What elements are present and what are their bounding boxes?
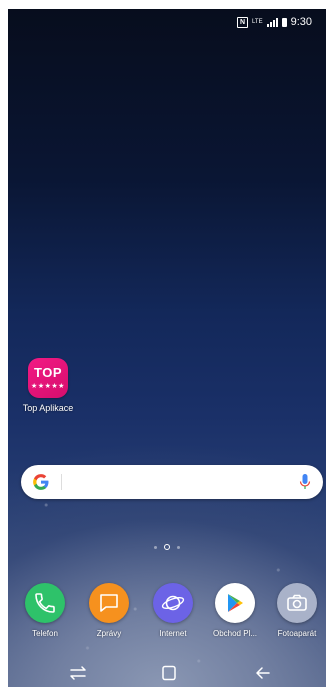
home-screen: N LTE 9:30 TOP ★★★★★ Top Aplikace Telefo… [8,9,326,687]
app-label: Top Aplikace [22,403,74,413]
dock-label: Internet [159,629,187,638]
internet-icon [153,583,193,623]
google-g-icon [33,474,49,490]
page-dot [154,545,157,549]
app-fotoaparat[interactable]: Fotoaparát [266,583,326,638]
page-dot [177,545,180,549]
top-icon-stars: ★★★★★ [31,383,65,390]
recents-icon[interactable] [68,665,88,681]
app-telefon[interactable]: Telefon [14,583,76,638]
app-internet[interactable]: Internet [142,583,204,638]
signal-icon [266,17,278,27]
status-icons: N LTE 9:30 [237,16,312,28]
dock: Telefon Zprávy Internet Obchod Pl... Fot… [8,583,326,653]
message-icon [89,583,129,623]
home-icon[interactable] [159,665,179,681]
app-obchod-play[interactable]: Obchod Pl... [204,583,266,638]
app-top-aplikace[interactable]: TOP ★★★★★ Top Aplikace [18,358,78,414]
status-time: 9:30 [290,16,312,28]
lte-icon: LTE [252,19,263,25]
dock-label: Obchod Pl... [212,629,258,638]
google-search-bar[interactable] [21,465,323,499]
dock-label: Fotoaparát [277,629,317,638]
home-page-indicator [164,544,170,550]
phone-screen: N LTE 9:30 TOP ★★★★★ Top Aplikace Telefo… [0,0,335,687]
status-bar: N LTE 9:30 [8,9,326,33]
top-icon-text: TOP [34,365,62,380]
nfc-icon: N [237,16,249,28]
page-indicator [8,542,326,552]
dock-label: Zprávy [96,629,122,638]
battery-icon [281,17,287,27]
mic-icon[interactable] [299,473,311,491]
back-icon[interactable] [253,665,273,681]
app-zpravy[interactable]: Zprávy [78,583,140,638]
camera-icon [277,583,317,623]
dock-label: Telefon [32,629,58,638]
search-divider [61,474,62,490]
navigation-bar [8,657,326,687]
play-store-icon [215,583,255,623]
phone-icon [25,583,65,623]
top-icon: TOP ★★★★★ [28,358,68,398]
